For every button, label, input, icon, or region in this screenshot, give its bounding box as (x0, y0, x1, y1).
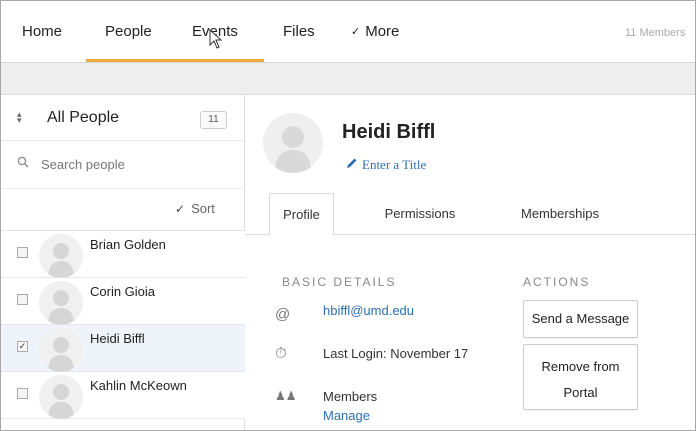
last-login: Last Login: November 17 (323, 346, 469, 361)
nav-more-label: More (365, 23, 400, 40)
person-row[interactable]: Corin Gioia (1, 278, 245, 325)
chevron-down-icon: ✓ (351, 26, 361, 38)
remove-button-line1: Remove from (541, 359, 620, 374)
person-name: Corin Gioia (90, 284, 156, 299)
tab-permissions[interactable]: Permissions (370, 193, 470, 235)
nav-more[interactable]: ✓ More (351, 23, 399, 40)
manage-link[interactable]: Manage (323, 408, 370, 423)
person-checkbox[interactable] (17, 388, 28, 399)
members-label: Members (323, 389, 378, 404)
enter-title-link[interactable]: Enter a Title (346, 157, 426, 173)
person-row[interactable]: Kahlin McKeown (1, 372, 245, 419)
nav-files[interactable]: Files (283, 23, 315, 40)
profile-tabs: Profile Permissions Memberships (245, 193, 695, 236)
people-sidebar: ▴▾ All People 11 ✓ Sort Brian Golden Corin… (1, 95, 245, 430)
tab-profile[interactable]: Profile (269, 193, 334, 236)
updown-arrows-icon: ▴ ▾ (17, 109, 22, 125)
person-name: Brian Golden (90, 237, 166, 252)
remove-button-line2: Portal (563, 385, 598, 400)
top-nav: Home People Events Files ✓ More 11 Member… (1, 1, 695, 63)
person-row[interactable]: Brian Golden (1, 231, 245, 278)
basic-details-heading: BASIC DETAILS (282, 275, 397, 289)
toolbar-strip (1, 63, 695, 95)
person-avatar (39, 234, 83, 278)
remove-from-portal-button[interactable]: Remove from Portal (523, 344, 638, 410)
avatar-placeholder-icon (48, 384, 74, 419)
search-input[interactable] (41, 153, 231, 175)
profile-name: Heidi Biffl (342, 121, 436, 143)
profile-avatar (263, 113, 323, 173)
person-avatar (39, 328, 83, 372)
at-sign-icon: @ (275, 306, 291, 323)
send-message-button[interactable]: Send a Message (523, 300, 638, 338)
stopwatch-icon: ⏱ (275, 345, 287, 362)
pencil-icon (346, 157, 358, 173)
sort-row: ✓ Sort (1, 189, 245, 231)
person-avatar (39, 281, 83, 325)
search-icon (17, 156, 29, 168)
active-tab-underline (86, 59, 264, 62)
nav-home[interactable]: Home (22, 23, 62, 40)
actions-heading: ACTIONS (523, 275, 591, 289)
person-checkbox[interactable]: ✓ (17, 341, 28, 352)
person-checkbox[interactable] (17, 247, 28, 258)
filter-label: All People (47, 109, 120, 126)
person-name: Heidi Biffl (90, 331, 145, 346)
app-window: Home People Events Files ✓ More 11 Member… (0, 0, 696, 431)
search-row (1, 141, 245, 189)
sort-button[interactable]: ✓ Sort (175, 201, 215, 216)
nav-people[interactable]: People (105, 23, 152, 40)
person-avatar (39, 375, 83, 419)
sort-label: Sort (191, 201, 215, 216)
email-link[interactable]: hbiffl@umd.edu (323, 303, 414, 318)
people-count-badge: 11 (200, 111, 227, 129)
person-checkbox[interactable] (17, 294, 28, 305)
person-name: Kahlin McKeown (90, 378, 187, 393)
tab-memberships[interactable]: Memberships (505, 193, 615, 235)
profile-panel: Heidi Biffl Enter a Title Profile Permis… (245, 95, 695, 430)
avatar-placeholder-icon (48, 243, 74, 278)
avatar-placeholder-icon (275, 126, 311, 173)
nav-events[interactable]: Events (192, 23, 238, 40)
avatar-placeholder-icon (48, 337, 74, 372)
group-icon: ♟♟ (275, 389, 297, 403)
avatar-placeholder-icon (48, 290, 74, 325)
enter-title-label: Enter a Title (362, 157, 427, 172)
people-filter-header[interactable]: ▴ ▾ All People 11 (1, 95, 245, 141)
chevron-down-icon: ✓ (175, 202, 186, 216)
person-row[interactable]: ✓ Heidi Biffl (1, 325, 245, 372)
members-count: 11 Members (625, 27, 686, 39)
